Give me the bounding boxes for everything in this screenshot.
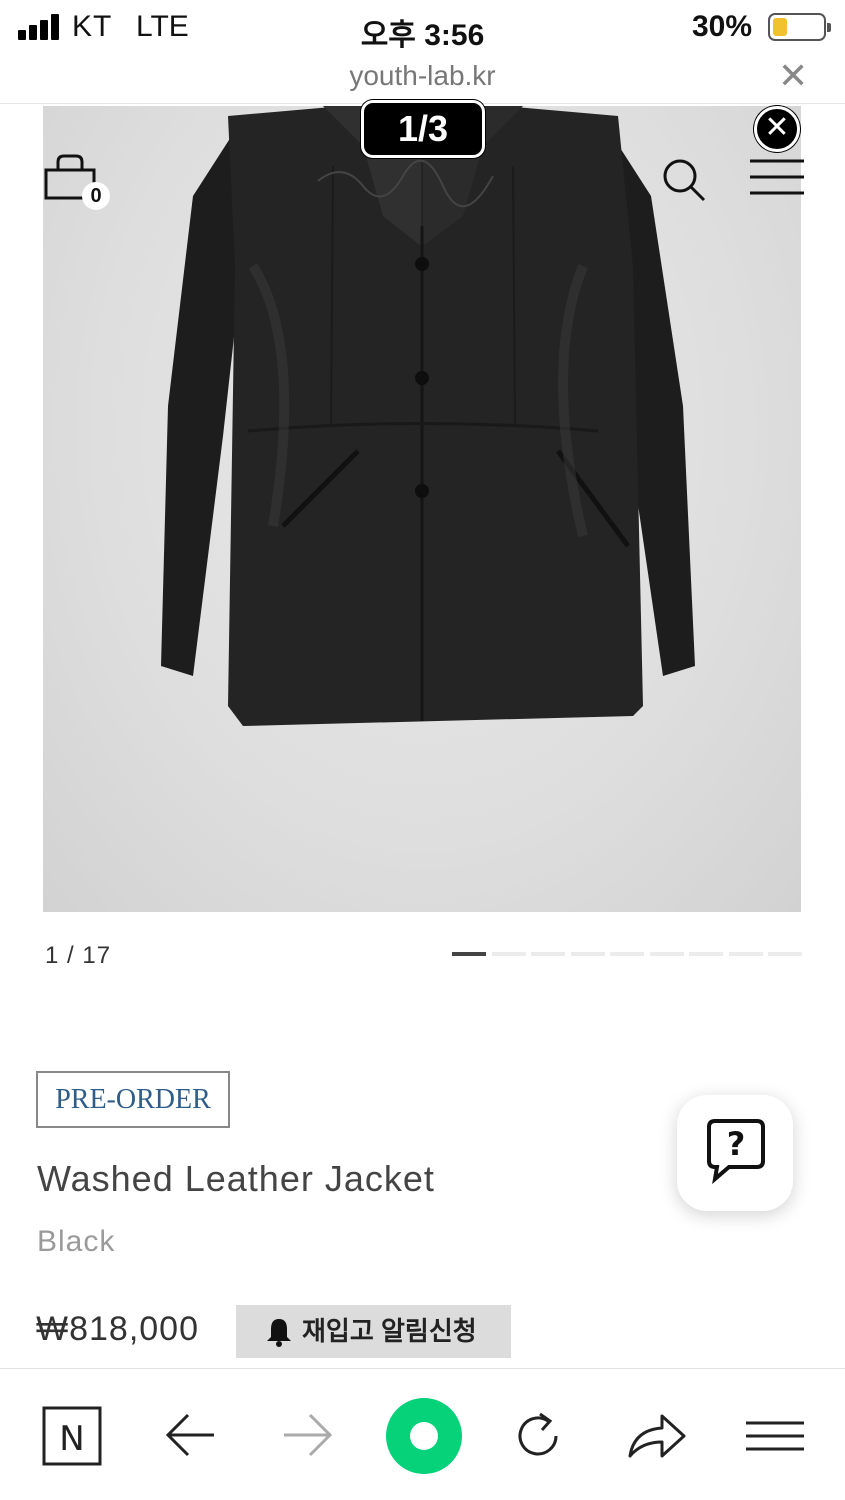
slide-dot[interactable]: [531, 952, 565, 956]
restock-alert-button[interactable]: 재입고 알림신청: [236, 1305, 511, 1358]
back-arrow-icon[interactable]: [164, 1410, 218, 1460]
cart-count-badge: 0: [82, 182, 110, 210]
slide-dot[interactable]: [570, 952, 605, 956]
svg-text:?: ?: [727, 1125, 746, 1163]
slide-dot[interactable]: [491, 952, 526, 956]
close-circle-icon[interactable]: ✕: [754, 106, 800, 152]
url-bar: youth-lab.kr ✕: [0, 56, 845, 104]
forward-arrow-icon[interactable]: [280, 1410, 334, 1460]
green-home-icon[interactable]: [384, 1396, 464, 1476]
question-chat-icon: ?: [707, 1119, 765, 1185]
restock-alert-label: 재입고 알림신청: [302, 1316, 477, 1346]
slide-dot[interactable]: [452, 952, 486, 956]
search-icon[interactable]: [660, 156, 708, 204]
pre-order-badge: PRE-ORDER: [36, 1071, 230, 1128]
close-icon[interactable]: ✕: [778, 56, 808, 96]
jacket-photo: [161, 106, 695, 726]
help-button[interactable]: ?: [677, 1095, 793, 1211]
share-icon[interactable]: [626, 1410, 688, 1462]
slide-counter: 1 / 17: [45, 942, 112, 969]
svg-text:N: N: [59, 1419, 84, 1459]
menu-icon[interactable]: [746, 1420, 804, 1452]
product-price: ₩818,000: [36, 1310, 199, 1348]
url-text[interactable]: youth-lab.kr: [0, 60, 845, 92]
product-image[interactable]: [43, 106, 801, 912]
slide-dot[interactable]: [610, 952, 644, 956]
bell-icon: [267, 1319, 291, 1347]
slide-pagination: [452, 952, 804, 956]
product-name: Washed Leather Jacket: [37, 1158, 435, 1199]
reload-icon[interactable]: [510, 1408, 566, 1464]
battery-percent: 30%: [692, 10, 753, 43]
slide-dot[interactable]: [728, 952, 763, 956]
naver-n-icon[interactable]: N: [42, 1406, 102, 1466]
slide-dot[interactable]: [689, 952, 723, 956]
slide-dot[interactable]: [768, 952, 802, 956]
status-bar: KT LTE 오후 3:56 30%: [0, 0, 845, 56]
slide-dot[interactable]: [649, 952, 684, 956]
hamburger-menu-icon[interactable]: [750, 158, 804, 196]
image-counter: 1/3: [361, 100, 485, 158]
product-color: Black: [37, 1225, 116, 1258]
battery-icon: [768, 13, 831, 41]
